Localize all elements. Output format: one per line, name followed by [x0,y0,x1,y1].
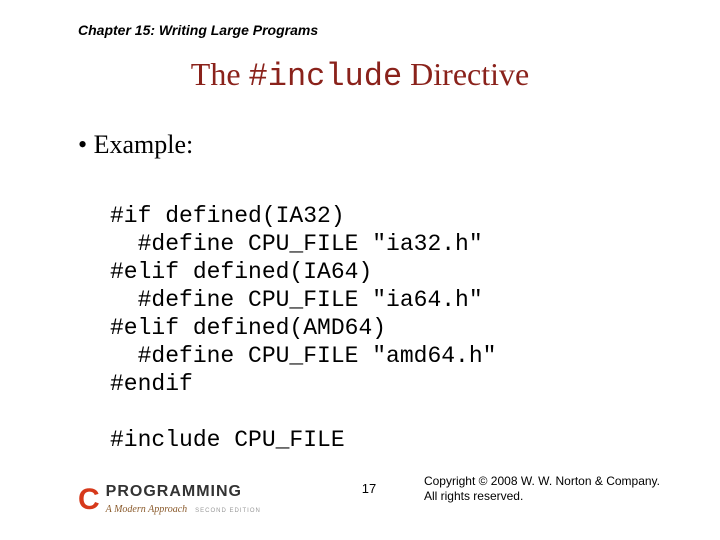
code-line: #define CPU_FILE "ia32.h" [110,231,483,257]
code-line: #define CPU_FILE "ia64.h" [110,287,483,313]
title-post: Directive [402,56,529,92]
logo-tagline: A Modern Approach [106,504,187,515]
chapter-label: Chapter 15: Writing Large Programs [78,22,318,38]
code-line: #define CPU_FILE "amd64.h" [110,343,496,369]
footer: C PROGRAMMING A Modern Approach SECOND E… [78,466,660,516]
code-block: #if defined(IA32) #define CPU_FILE "ia32… [110,174,660,454]
copyright-line2: All rights reserved. [424,489,660,504]
code-line: #elif defined(AMD64) [110,315,386,341]
title-code: #include [249,58,403,95]
code-line: #elif defined(IA64) [110,259,372,285]
copyright-line1: Copyright © 2008 W. W. Norton & Company. [424,474,660,489]
body: • Example: #if defined(IA32) #define CPU… [78,130,660,454]
slide: Chapter 15: Writing Large Programs The #… [0,0,720,540]
code-line: #if defined(IA32) [110,203,345,229]
title-pre: The [191,56,249,92]
copyright: Copyright © 2008 W. W. Norton & Company.… [424,474,660,504]
logo-edition: SECOND EDITION [195,508,261,514]
code-line: #include CPU_FILE [110,427,345,453]
bullet-example: • Example: [78,130,660,160]
code-line: #endif [110,371,193,397]
slide-title: The #include Directive [0,56,720,95]
